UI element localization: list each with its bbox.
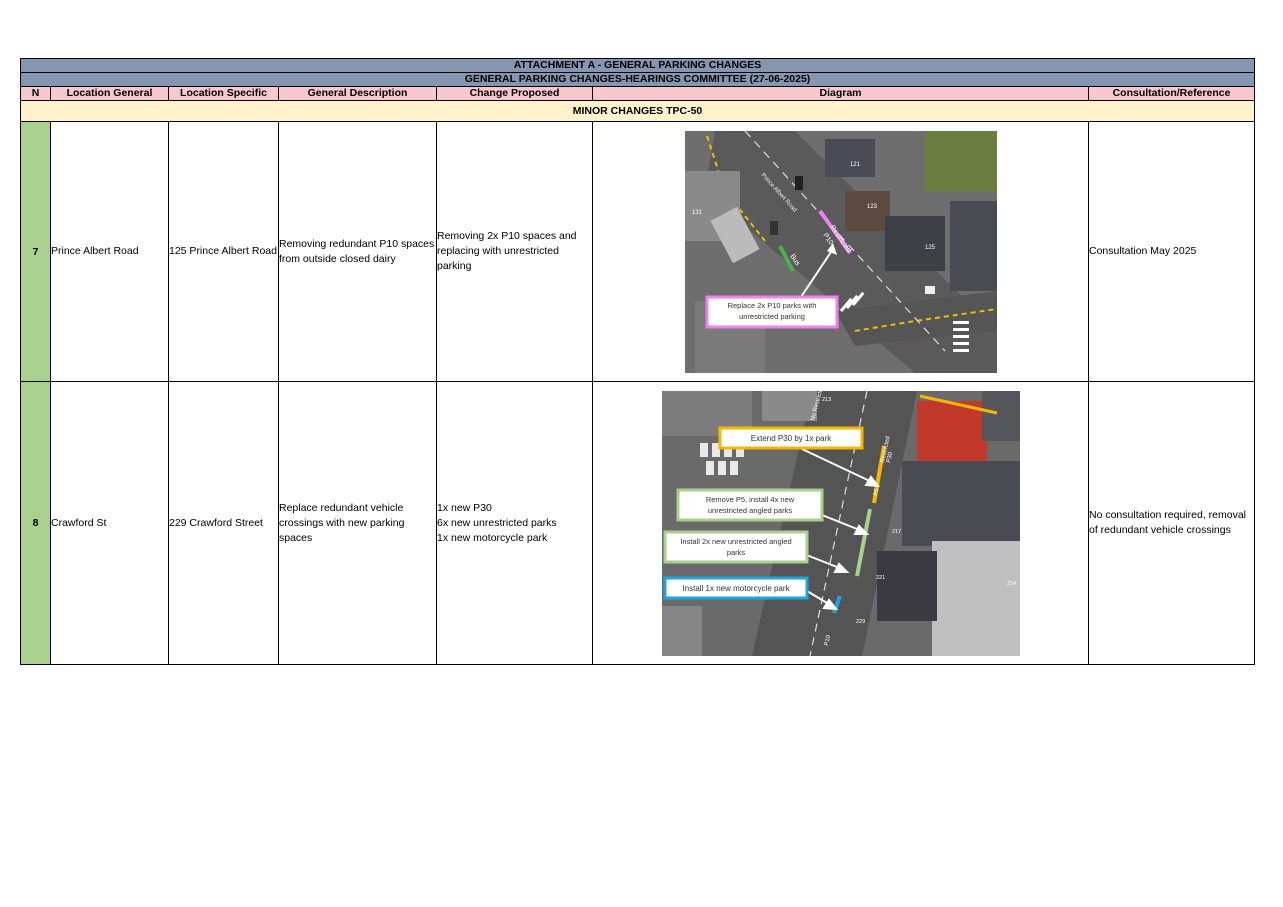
callout-text: unrestricted parking xyxy=(739,312,805,321)
consultation-cell: No consultation required, removal of red… xyxy=(1087,381,1256,665)
header-diagram: Diagram xyxy=(592,86,1089,101)
section-row: MINOR CHANGES TPC-50 xyxy=(19,100,1256,122)
header-consultation: Consultation/Reference xyxy=(1087,86,1256,101)
document-title: ATTACHMENT A - GENERAL PARKING CHANGES xyxy=(19,58,1256,73)
aerial-diagram-crawford: No Restricted Restricted P30 P5 P10 213 … xyxy=(661,390,1020,656)
location-specific-cell: 229 Crawford Street xyxy=(168,381,279,665)
column-header-row: N Location General Location Specific Gen… xyxy=(20,86,1256,101)
section-label: MINOR CHANGES TPC-50 xyxy=(19,100,1256,122)
diagram-cell: No Restricted Restricted P30 P5 P10 213 … xyxy=(592,381,1089,665)
change-proposed-cell: 1x new P30 6x new unrestricted parks 1x … xyxy=(436,381,593,665)
table-row: 8 Crawford St 229 Crawford Street Replac… xyxy=(20,381,1256,665)
callout-text: Install 1x new motorcycle park xyxy=(682,584,790,593)
header-location-specific: Location Specific xyxy=(168,86,279,101)
diagram-cell: Restricted P10 Bus Prince Albert Road 12… xyxy=(592,121,1089,382)
aerial-diagram-prince-albert: Restricted P10 Bus Prince Albert Road 12… xyxy=(684,130,997,373)
house-number: 229 xyxy=(856,619,865,625)
document-title-row: ATTACHMENT A - GENERAL PARKING CHANGES xyxy=(19,58,1256,73)
house-number: 217 xyxy=(892,529,901,535)
house-number: 221 xyxy=(876,575,885,581)
callout-text: Extend P30 by 1x park xyxy=(750,434,831,443)
general-description-cell: Replace redundant vehicle crossings with… xyxy=(278,381,437,665)
change-proposed-cell: Removing 2x P10 spaces and replacing wit… xyxy=(436,121,593,382)
house-number: 121 xyxy=(850,162,861,168)
house-number: 213 xyxy=(822,397,831,403)
general-description-cell: Removing redundant P10 spaces from outsi… xyxy=(278,121,437,382)
callout-text: Replace 2x P10 parks with xyxy=(727,301,816,310)
consultation-cell: Consultation May 2025 xyxy=(1087,121,1256,382)
location-general-cell: Crawford St xyxy=(50,381,169,665)
row-number: 7 xyxy=(20,121,51,382)
house-number: 234 xyxy=(1007,581,1016,587)
location-specific-cell: 125 Prince Albert Road xyxy=(168,121,279,382)
row-number: 8 xyxy=(20,381,51,665)
table-row: 7 Prince Albert Road 125 Prince Albert R… xyxy=(20,121,1256,382)
header-location-general: Location General xyxy=(50,86,169,101)
header-n: N xyxy=(20,86,51,101)
callout-text: Install 2x new unrestricted angled xyxy=(680,537,791,546)
header-general-description: General Description xyxy=(278,86,437,101)
callout-text: Remove P5, install 4x new xyxy=(705,495,794,504)
house-number: 125 xyxy=(925,245,936,251)
callout-text: unrestricted angled parks xyxy=(707,506,791,515)
header-change-proposed: Change Proposed xyxy=(436,86,593,101)
location-general-cell: Prince Albert Road xyxy=(50,121,169,382)
document-subtitle: GENERAL PARKING CHANGES-HEARINGS COMMITT… xyxy=(19,72,1256,87)
callout-text: parks xyxy=(726,548,745,557)
document-subtitle-row: GENERAL PARKING CHANGES-HEARINGS COMMITT… xyxy=(19,72,1256,87)
house-number: 131 xyxy=(692,210,703,216)
house-number: 123 xyxy=(867,204,878,210)
parking-changes-table: ATTACHMENT A - GENERAL PARKING CHANGES G… xyxy=(19,58,1256,665)
